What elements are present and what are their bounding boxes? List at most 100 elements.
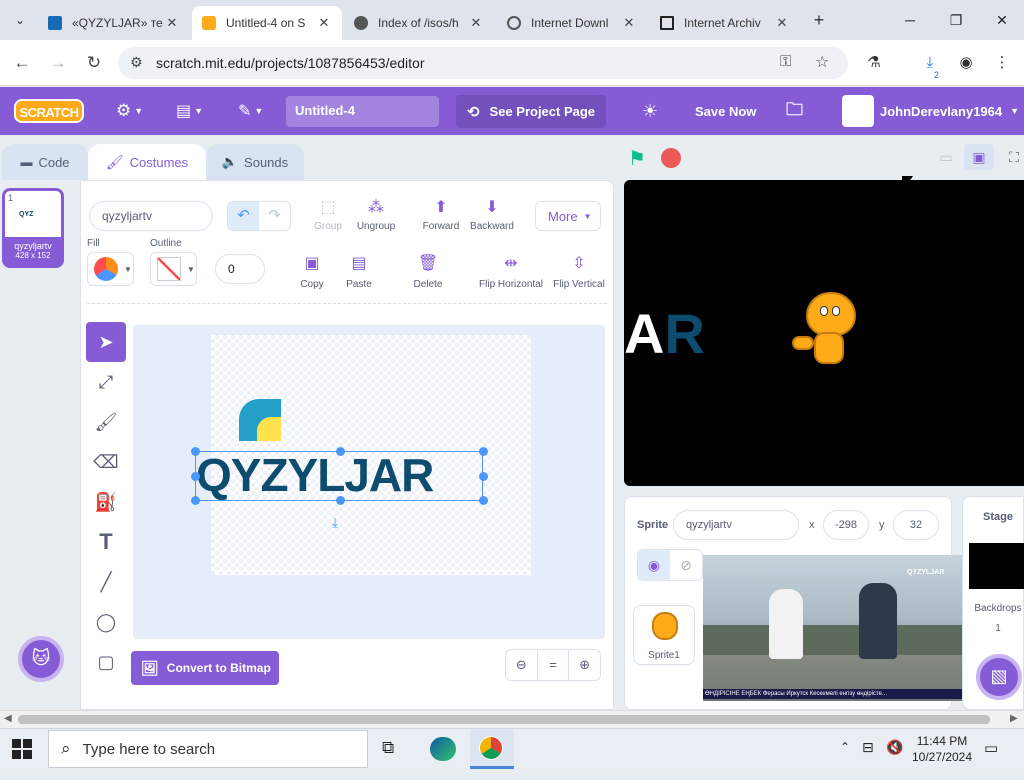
resize-handle[interactable] bbox=[191, 472, 200, 481]
resize-handle[interactable] bbox=[191, 447, 200, 456]
sprite-tile[interactable]: Sprite1 bbox=[633, 605, 695, 665]
project-title-input[interactable]: Untitled-4 bbox=[286, 96, 439, 127]
costume-tile[interactable]: 1 QYZ qyzyljartv 428 x 152 bbox=[2, 188, 64, 268]
tab-close-icon[interactable]: ✕ bbox=[316, 15, 332, 31]
browser-tab-internet-archive[interactable]: Internet Archiv ✕ bbox=[650, 6, 800, 40]
save-now-button[interactable]: Save Now bbox=[695, 87, 756, 135]
text-tool-icon[interactable]: T bbox=[86, 522, 126, 562]
large-stage-button[interactable]: ▣ bbox=[964, 144, 994, 170]
select-tool-icon[interactable]: ➤ bbox=[86, 322, 126, 362]
undo-button[interactable]: ↶ bbox=[228, 202, 259, 230]
scroll-right-icon[interactable]: ▶ bbox=[1010, 713, 1018, 724]
see-project-page-button[interactable]: ⟲ See Project Page bbox=[456, 95, 606, 128]
sprite-y-input[interactable]: 32 bbox=[893, 510, 939, 540]
notifications-icon[interactable]: ▭ bbox=[984, 739, 998, 779]
tab-search-icon[interactable]: ⌄ bbox=[8, 9, 32, 31]
show-eye-icon[interactable]: ◉ bbox=[638, 550, 670, 580]
tab-close-icon[interactable]: ✕ bbox=[774, 15, 790, 31]
tab-close-icon[interactable]: ✕ bbox=[621, 15, 637, 31]
paste-button[interactable]: ▤ Paste bbox=[341, 253, 377, 290]
outline-color-picker[interactable]: ▼ bbox=[150, 252, 197, 286]
costume-name-input[interactable]: qyzyljartv bbox=[89, 201, 213, 231]
chrome-taskbar-button[interactable] bbox=[470, 729, 514, 769]
reload-button[interactable]: ↻ bbox=[82, 52, 106, 76]
outline-width-input[interactable]: 0 bbox=[215, 254, 265, 284]
more-menu[interactable]: More ▼ bbox=[535, 201, 601, 231]
costume-canvas[interactable]: QYZYLJAR ⤓ bbox=[191, 335, 531, 575]
scrollbar-thumb[interactable] bbox=[18, 715, 990, 724]
taskbar-clock[interactable]: 11:44 PM 10/27/2024 bbox=[906, 729, 978, 769]
edge-browser-icon[interactable] bbox=[430, 737, 456, 761]
horizontal-scrollbar[interactable]: ◀ ▶ bbox=[0, 710, 1024, 728]
profile-icon[interactable]: ◉ bbox=[954, 52, 978, 76]
my-stuff-folder-icon[interactable]: 🗀 bbox=[786, 87, 803, 135]
bookmark-star-icon[interactable]: ☆ bbox=[815, 52, 829, 72]
rectangle-tool-icon[interactable]: ▢ bbox=[86, 642, 126, 682]
edit-menu[interactable]: ✎ ▼ bbox=[238, 87, 263, 135]
tab-close-icon[interactable]: ✕ bbox=[468, 15, 484, 31]
close-window-button[interactable]: ✕ bbox=[986, 8, 1018, 32]
rotate-handle-icon[interactable]: ⤓ bbox=[332, 514, 338, 531]
scratch-cat-sprite[interactable] bbox=[792, 292, 858, 378]
password-key-icon[interactable]: ⚿ bbox=[780, 53, 791, 70]
video-overlay[interactable]: QYZYLJAR ӨНДІРІСІНЕ ЕҢБЕК Ферасы Иркутск… bbox=[703, 555, 965, 701]
convert-to-bitmap-button[interactable]: 🖼 Convert to Bitmap bbox=[131, 651, 279, 685]
downloads-icon[interactable]: ⤓ 2 bbox=[918, 52, 942, 80]
tab-close-icon[interactable]: ✕ bbox=[164, 15, 180, 31]
zoom-reset-button[interactable]: = bbox=[538, 650, 570, 680]
windows-start-icon[interactable] bbox=[12, 739, 32, 759]
account-menu[interactable]: JohnDerevlany1964 ▼ bbox=[842, 87, 1019, 135]
browser-tab-qyzyljar[interactable]: «QYZYLJAR» те ✕ bbox=[38, 6, 190, 40]
address-bar[interactable]: ⚙ scratch.mit.edu/projects/1087856453/ed… bbox=[118, 47, 848, 79]
fill-bucket-tool-icon[interactable]: ⛽ bbox=[86, 482, 126, 522]
file-menu[interactable]: ▤ ▼ bbox=[176, 87, 203, 135]
stage-canvas[interactable]: AR bbox=[624, 180, 1024, 486]
tutorials-lightbulb-icon[interactable]: ☀ bbox=[642, 87, 658, 135]
selection-box[interactable]: QYZYLJAR ⤓ bbox=[191, 447, 488, 530]
minimize-button[interactable]: ─ bbox=[894, 8, 926, 32]
sprite-name-input[interactable]: qyzyljartv bbox=[673, 510, 799, 540]
flip-vertical-button[interactable]: ⇳ Flip Vertical bbox=[551, 253, 607, 290]
taskbar-search-box[interactable]: ⌕ Type here to search bbox=[48, 730, 368, 768]
backward-button[interactable]: ⬇ Backward bbox=[469, 197, 515, 232]
site-info-icon[interactable]: ⚙ bbox=[130, 54, 143, 71]
scroll-left-icon[interactable]: ◀ bbox=[4, 713, 12, 724]
eraser-tool-icon[interactable]: ⌫ bbox=[86, 442, 126, 482]
network-icon[interactable]: ⊟ bbox=[862, 739, 874, 779]
browser-tab-scratch[interactable]: Untitled-4 on S ✕ bbox=[192, 6, 342, 40]
new-tab-button[interactable]: + bbox=[808, 9, 830, 31]
circle-tool-icon[interactable]: ◯ bbox=[86, 602, 126, 642]
drawing-area[interactable]: QYZYLJAR ⤓ bbox=[133, 325, 605, 639]
choose-costume-button[interactable]: 🐱 bbox=[18, 636, 64, 682]
zoom-in-button[interactable]: ⊕ bbox=[569, 650, 600, 680]
labs-flask-icon[interactable]: ⚗ bbox=[862, 52, 886, 76]
zoom-out-button[interactable]: ⊖ bbox=[506, 650, 538, 680]
resize-handle[interactable] bbox=[479, 496, 488, 505]
resize-handle[interactable] bbox=[336, 496, 345, 505]
forward-button[interactable]: → bbox=[46, 52, 70, 76]
flip-horizontal-button[interactable]: ⇹ Flip Horizontal bbox=[477, 253, 545, 290]
tab-sounds[interactable]: 🔈 Sounds bbox=[206, 144, 304, 180]
browser-tab-internet-downloads[interactable]: Internet Downl ✕ bbox=[497, 6, 647, 40]
volume-muted-icon[interactable]: 🔇 bbox=[886, 739, 903, 779]
stop-sign-icon[interactable] bbox=[661, 148, 681, 168]
browser-tab-index[interactable]: Index of /isos/h ✕ bbox=[344, 6, 494, 40]
ungroup-button[interactable]: ⁂ Ungroup bbox=[355, 197, 397, 232]
maximize-button[interactable]: ❐ bbox=[940, 8, 972, 32]
task-view-icon[interactable]: ⧉ bbox=[382, 738, 394, 758]
group-button[interactable]: ⬚ Group bbox=[313, 197, 343, 232]
resize-handle[interactable] bbox=[336, 447, 345, 456]
tab-code[interactable]: ▬ Code bbox=[2, 144, 88, 180]
fill-color-picker[interactable]: ▼ bbox=[87, 252, 134, 286]
delete-button[interactable]: 🗑 Delete bbox=[409, 253, 447, 290]
reshape-tool-icon[interactable]: ⤢ bbox=[86, 362, 126, 402]
scratch-logo[interactable]: SCRATCH bbox=[14, 99, 84, 123]
browser-menu-icon[interactable]: ⋮ bbox=[990, 52, 1014, 76]
resize-handle[interactable] bbox=[191, 496, 200, 505]
copy-button[interactable]: ▣ Copy bbox=[295, 253, 329, 290]
hide-eye-icon[interactable]: ⊘ bbox=[670, 550, 702, 580]
small-stage-button[interactable]: ▭ bbox=[932, 144, 960, 170]
redo-button[interactable]: ↷ bbox=[259, 202, 290, 230]
brush-tool-icon[interactable]: 🖌 bbox=[86, 402, 126, 442]
resize-handle[interactable] bbox=[479, 447, 488, 456]
